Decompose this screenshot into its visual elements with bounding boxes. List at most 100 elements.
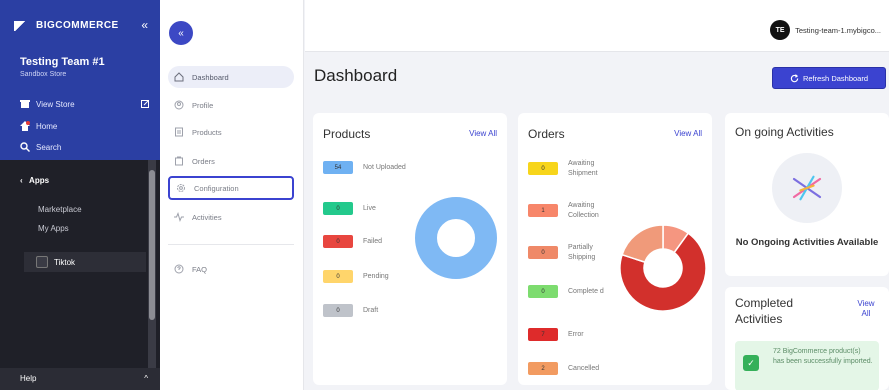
- product-stat-pending[interactable]: 0 Pending: [323, 270, 389, 283]
- apps-heading[interactable]: ‹ Apps: [20, 176, 49, 185]
- product-stat-draft[interactable]: 0 Draft: [323, 304, 378, 317]
- help-icon: [174, 264, 184, 274]
- nav-search[interactable]: Search: [20, 142, 61, 152]
- sidebar-collapse-button[interactable]: «: [169, 21, 193, 45]
- search-icon: [20, 142, 30, 152]
- products-donut-chart: [415, 197, 497, 279]
- sidebar-item-label: Profile: [192, 100, 214, 110]
- external-link-icon[interactable]: [141, 100, 149, 108]
- order-stat-cancelled[interactable]: 2 Cancelled: [528, 362, 599, 375]
- home-icon: [20, 121, 30, 131]
- activity-text: 72 BigCommerce product(s) has been succe…: [773, 348, 873, 365]
- page-title: Dashboard: [314, 66, 398, 85]
- donut-slice-not-uploaded[interactable]: [415, 197, 497, 279]
- home-icon: [174, 72, 184, 82]
- stat-count-badge: 54: [323, 161, 353, 174]
- stat-label: Live: [363, 204, 376, 212]
- orders-icon: [175, 156, 183, 166]
- completed-activity-item: ✓ 72 BigCommerce product(s) has been suc…: [735, 341, 879, 390]
- bigcommerce-logo[interactable]: BIGCOMMERCE: [14, 20, 119, 31]
- products-icon: [175, 127, 183, 137]
- stat-count-badge: 0: [528, 246, 558, 260]
- orders-view-all-link[interactable]: View All: [674, 129, 702, 138]
- apps-marketplace[interactable]: Marketplace: [38, 205, 82, 214]
- apps-label: Apps: [29, 176, 50, 185]
- products-view-all-link[interactable]: View All: [469, 129, 497, 138]
- sidebar-item-orders[interactable]: Orders: [168, 150, 294, 172]
- stat-label: Pending: [363, 272, 389, 280]
- nav-view-store[interactable]: View Store: [20, 99, 75, 109]
- app-label: Tiktok: [54, 257, 76, 267]
- order-stat-error[interactable]: 7 Error: [528, 328, 584, 341]
- app-tiktok[interactable]: Tiktok: [24, 252, 146, 272]
- stat-count-badge: 0: [323, 235, 353, 248]
- sidebar-item-label: Dashboard: [192, 72, 229, 82]
- products-title: Products: [323, 127, 371, 141]
- ongoing-activities-card: On going Activities No Ongoing Activitie…: [725, 113, 889, 276]
- sidebar-item-label: Products: [192, 127, 222, 137]
- completed-title: Completed Activities: [735, 296, 794, 327]
- nav-label: View Store: [36, 99, 75, 109]
- sidebar-item-dashboard[interactable]: Dashboard: [168, 66, 294, 88]
- double-chevron-left-icon: «: [178, 27, 184, 39]
- chevron-up-icon: ^: [144, 374, 148, 383]
- activity-icon: [174, 212, 184, 222]
- sidebar-item-configuration[interactable]: Configuration: [168, 176, 294, 200]
- storefront-icon: [20, 100, 30, 108]
- refresh-icon: [790, 73, 799, 82]
- sidebar-item-activities[interactable]: Activities: [168, 206, 294, 228]
- refresh-label: Refresh Dashboard: [802, 73, 869, 83]
- sidebar-item-label: FAQ: [192, 264, 208, 274]
- app-sidebar: « Dashboard Profile Products Orders Conf…: [160, 0, 304, 390]
- ongoing-title: On going Activities: [735, 125, 834, 139]
- refresh-dashboard-button[interactable]: Refresh Dashboard: [772, 67, 886, 89]
- completed-view-all-link[interactable]: View All: [853, 299, 879, 320]
- sidebar-item-label: Activities: [192, 212, 222, 222]
- stat-count-badge: 0: [528, 162, 558, 176]
- stat-count-badge: 7: [528, 328, 558, 341]
- sidebar-divider: [168, 244, 294, 245]
- apps-my-apps[interactable]: My Apps: [38, 224, 69, 233]
- order-stat-completed[interactable]: 0 Complete d: [528, 285, 604, 298]
- nav-home[interactable]: Home: [20, 121, 57, 131]
- rail-scrollbar[interactable]: [148, 160, 156, 368]
- sidebar-item-profile[interactable]: Profile: [168, 94, 294, 116]
- order-stat-awaiting-shipment[interactable]: 0 Awaiting Shipment: [528, 159, 616, 179]
- help-bar[interactable]: Help ^: [0, 368, 160, 390]
- sidebar-item-label: Orders: [192, 156, 215, 166]
- store-url: Testing-team-1.mybigco...: [795, 25, 881, 35]
- order-stat-awaiting-collection[interactable]: 1 Awaiting Collection: [528, 201, 616, 221]
- completed-activities-card: Completed Activities View All ✓ 72 BigCo…: [725, 287, 889, 390]
- top-header: TE Testing-team-1.mybigco...: [305, 0, 889, 52]
- stat-label: Error: [568, 330, 584, 338]
- orders-card: Orders View All 0 Awaiting Shipment 1 Aw…: [518, 113, 712, 385]
- rail-collapse-icon[interactable]: «: [141, 18, 148, 32]
- sidebar-item-products[interactable]: Products: [168, 121, 294, 143]
- nav-label: Home: [36, 121, 58, 131]
- stat-count-badge: 1: [528, 204, 558, 218]
- help-label: Help: [20, 374, 37, 383]
- user-menu[interactable]: TE Testing-team-1.mybigco...: [770, 20, 881, 40]
- profile-icon: [174, 100, 184, 110]
- gear-icon: [177, 184, 185, 192]
- stat-label: Awaiting Shipment: [568, 160, 598, 177]
- stat-count-badge: 0: [323, 270, 353, 283]
- store-panel: BIGCOMMERCE « Testing Team #1 Sandbox St…: [0, 0, 160, 160]
- product-stat-live[interactable]: 0 Live: [323, 202, 376, 215]
- product-stat-not-uploaded[interactable]: 54 Not Uploaded: [323, 161, 406, 174]
- stat-label: Not Uploaded: [363, 163, 406, 171]
- product-stat-failed[interactable]: 0 Failed: [323, 235, 382, 248]
- order-stat-partially-shipping[interactable]: 0 Partially Shipping: [528, 243, 616, 263]
- stat-count-badge: 0: [323, 202, 353, 215]
- bigcommerce-rail: BIGCOMMERCE « Testing Team #1 Sandbox St…: [0, 0, 160, 390]
- scroll-thumb[interactable]: [149, 170, 155, 320]
- orders-title: Orders: [528, 127, 565, 141]
- stat-count-badge: 0: [323, 304, 353, 317]
- sidebar-item-faq[interactable]: FAQ: [168, 258, 294, 280]
- store-name: Testing Team #1: [20, 56, 105, 68]
- stat-label: Complete d: [568, 287, 604, 295]
- stat-count-badge: 0: [528, 285, 558, 298]
- donut-slice-cancelled[interactable]: [621, 224, 664, 264]
- activity-star-icon: [792, 175, 822, 201]
- stat-label: Failed: [363, 237, 383, 245]
